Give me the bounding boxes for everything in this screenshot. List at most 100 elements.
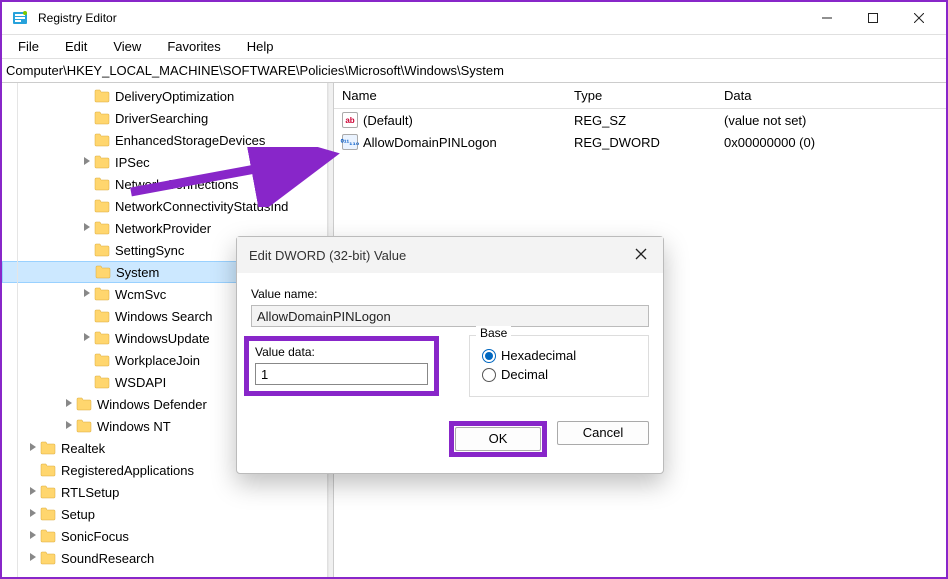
folder-icon — [94, 177, 110, 191]
value-name-label: Value name: — [251, 287, 649, 301]
folder-icon — [76, 419, 92, 433]
tree-item-label: RegisteredApplications — [61, 463, 194, 478]
menu-favorites[interactable]: Favorites — [155, 37, 232, 56]
chevron-right-icon[interactable] — [26, 509, 40, 520]
radio-hex-label: Hexadecimal — [501, 348, 576, 363]
value-data-field[interactable] — [255, 363, 428, 385]
col-header-type[interactable]: Type — [570, 88, 720, 103]
radio-decimal[interactable]: Decimal — [482, 367, 636, 382]
value-type: REG_DWORD — [570, 135, 720, 150]
tree-item-label: Realtek — [61, 441, 105, 456]
registry-editor-window: Registry Editor File Edit View Favorites… — [0, 0, 948, 579]
tree-item[interactable]: SoundResearch — [2, 547, 327, 569]
chevron-right-icon[interactable] — [62, 399, 76, 410]
tree-item-label: WSDAPI — [115, 375, 166, 390]
folder-icon — [94, 287, 110, 301]
tree-item-label: WcmSvc — [115, 287, 166, 302]
value-data: 0x00000000 (0) — [720, 135, 946, 150]
app-icon — [12, 10, 28, 26]
radio-dec-label: Decimal — [501, 367, 548, 382]
address-bar[interactable]: Computer\HKEY_LOCAL_MACHINE\SOFTWARE\Pol… — [2, 59, 946, 83]
base-legend: Base — [476, 326, 511, 340]
radio-icon — [482, 368, 496, 382]
value-name-field — [251, 305, 649, 327]
tree-item-label: DriverSearching — [115, 111, 208, 126]
chevron-right-icon[interactable] — [80, 157, 94, 168]
folder-icon — [40, 485, 56, 499]
menu-view[interactable]: View — [101, 37, 153, 56]
registry-value-row[interactable]: ⁰¹¹₁₁₀ AllowDomainPINLogon REG_DWORD0x0000… — [334, 131, 946, 153]
radio-hexadecimal[interactable]: Hexadecimal — [482, 348, 636, 363]
chevron-right-icon[interactable] — [26, 487, 40, 498]
registry-value-row[interactable]: ab (Default) REG_SZ(value not set) — [334, 109, 946, 131]
maximize-button[interactable] — [850, 2, 896, 34]
tree-item[interactable]: DriverSearching — [2, 107, 327, 129]
value-data: (value not set) — [720, 113, 946, 128]
menu-file[interactable]: File — [6, 37, 51, 56]
tree-item[interactable]: IPSec — [2, 151, 327, 173]
chevron-right-icon[interactable] — [62, 421, 76, 432]
folder-icon — [94, 199, 110, 213]
col-header-name[interactable]: Name — [338, 88, 570, 103]
close-icon — [914, 13, 924, 23]
maximize-icon — [868, 13, 878, 23]
tree-item-label: DeliveryOptimization — [115, 89, 234, 104]
tree-item[interactable]: NetworkConnectivityStatusInd — [2, 195, 327, 217]
tree-item-label: System — [116, 265, 159, 280]
menu-help[interactable]: Help — [235, 37, 286, 56]
tree-item[interactable]: Setup — [2, 503, 327, 525]
string-value-icon: ab — [342, 112, 358, 128]
value-type: REG_SZ — [570, 113, 720, 128]
folder-icon — [94, 243, 110, 257]
menu-edit[interactable]: Edit — [53, 37, 99, 56]
dialog-close-button[interactable] — [631, 247, 651, 264]
tree-item-label: RTLSetup — [61, 485, 119, 500]
close-button[interactable] — [896, 2, 942, 34]
titlebar: Registry Editor — [2, 2, 946, 35]
chevron-right-icon[interactable] — [26, 553, 40, 564]
tree-item-label: Network Connections — [115, 177, 239, 192]
minimize-icon — [822, 13, 832, 23]
dword-value-icon: ⁰¹¹₁₁₀ — [342, 134, 358, 150]
folder-icon — [40, 441, 56, 455]
menubar: File Edit View Favorites Help — [2, 35, 946, 59]
tree-item[interactable]: EnhancedStorageDevices — [2, 129, 327, 151]
folder-icon — [94, 111, 110, 125]
tree-item-label: NetworkConnectivityStatusInd — [115, 199, 288, 214]
edit-dword-dialog: Edit DWORD (32-bit) Value Value name: Va… — [236, 236, 664, 474]
chevron-right-icon[interactable] — [80, 333, 94, 344]
folder-icon — [40, 463, 56, 477]
tree-item-label: SettingSync — [115, 243, 184, 258]
folder-icon — [94, 221, 110, 235]
tree-item-label: Windows Search — [115, 309, 213, 324]
folder-icon — [40, 551, 56, 565]
folder-icon — [95, 265, 111, 279]
dialog-title: Edit DWORD (32-bit) Value — [249, 248, 631, 263]
ok-button[interactable]: OK — [455, 427, 541, 451]
tree-item[interactable]: SonicFocus — [2, 525, 327, 547]
chevron-right-icon[interactable] — [26, 443, 40, 454]
folder-icon — [40, 507, 56, 521]
minimize-button[interactable] — [804, 2, 850, 34]
radio-icon — [482, 349, 496, 363]
cancel-button[interactable]: Cancel — [557, 421, 649, 445]
value-name: (Default) — [363, 113, 413, 128]
tree-item-label: Windows Defender — [97, 397, 207, 412]
tree-item[interactable]: Network Connections — [2, 173, 327, 195]
tree-item-label: WorkplaceJoin — [115, 353, 200, 368]
value-name: AllowDomainPINLogon — [363, 135, 497, 150]
folder-icon — [94, 353, 110, 367]
tree-item[interactable]: RTLSetup — [2, 481, 327, 503]
value-data-label: Value data: — [255, 345, 428, 359]
tree-item[interactable]: DeliveryOptimization — [2, 85, 327, 107]
value-data-highlight: Value data: — [244, 336, 439, 396]
folder-icon — [40, 529, 56, 543]
close-icon — [635, 248, 647, 260]
list-header: Name Type Data — [334, 83, 946, 109]
chevron-right-icon[interactable] — [80, 223, 94, 234]
chevron-right-icon[interactable] — [26, 531, 40, 542]
chevron-right-icon[interactable] — [80, 289, 94, 300]
folder-icon — [94, 375, 110, 389]
tree-item-label: IPSec — [115, 155, 150, 170]
col-header-data[interactable]: Data — [720, 88, 946, 103]
